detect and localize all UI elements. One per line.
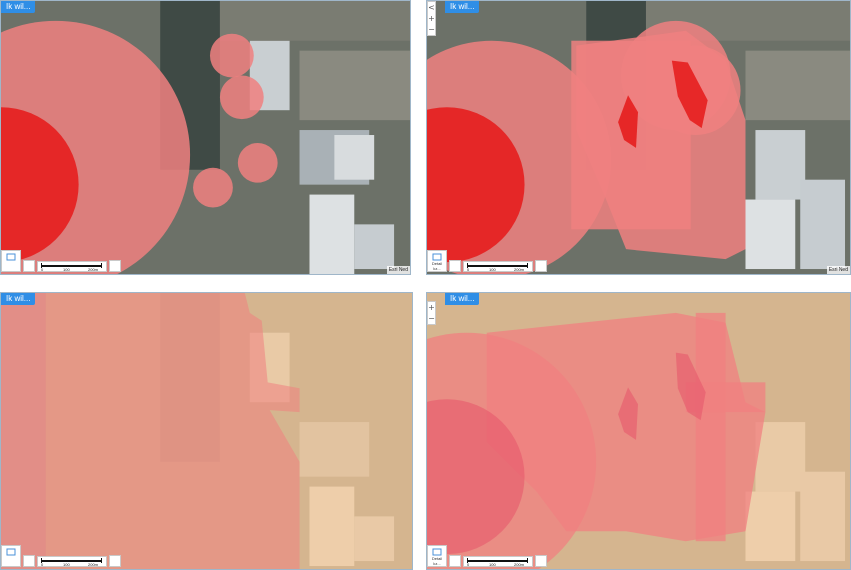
ik-wil-menu-button[interactable]: Ik wil...	[445, 293, 480, 305]
zoom-out-button[interactable]: −	[428, 313, 435, 324]
layers-icon[interactable]	[449, 260, 461, 272]
aerial-map[interactable]	[1, 293, 412, 569]
measure-icon[interactable]	[109, 555, 121, 567]
legend-button[interactable]: Detail kz...	[427, 545, 447, 567]
scale-bar: 0 100 200m	[463, 261, 533, 272]
zoom-in-button[interactable]: +	[428, 302, 435, 313]
legend-label: Detail kz...	[431, 556, 443, 566]
map-panel-bottom-left[interactable]: Ik wil... 0 100 200m	[0, 292, 413, 570]
legend-label: Detail kz...	[431, 261, 443, 271]
zoom-in-button[interactable]: +	[428, 13, 435, 24]
scale-label-0: 0	[41, 562, 44, 567]
scale-label-100: 100	[63, 562, 70, 567]
scale-bar: 0 100 200m	[37, 556, 107, 567]
scale-label-0: 0	[467, 267, 470, 272]
measure-icon[interactable]	[535, 555, 547, 567]
scale-bar: 0 100 200m	[463, 556, 533, 567]
layers-icon[interactable]	[23, 260, 35, 272]
legend-icon	[6, 548, 16, 556]
map-panel-top-left[interactable]: Ik wil... 0 100 200m Esri Ned	[0, 0, 411, 275]
risk-zone-high	[1, 293, 46, 569]
ik-wil-menu-button[interactable]: Ik wil...	[1, 293, 36, 305]
ik-wil-menu-button[interactable]: Ik wil...	[445, 1, 480, 13]
measure-icon[interactable]	[535, 260, 547, 272]
aerial-map[interactable]	[1, 1, 410, 274]
scale-label-200: 200m	[514, 562, 525, 567]
scale-label-0: 0	[41, 267, 44, 272]
scale-label-100: 100	[63, 267, 70, 272]
aerial-map[interactable]	[427, 1, 850, 274]
map-footer: 0 100 200m	[1, 250, 121, 272]
zoom-out-button[interactable]: −	[428, 24, 435, 35]
map-footer: Detail kz... 0 100 200m	[427, 545, 547, 567]
scale-label-100: 100	[489, 267, 496, 272]
zoom-controls: < + −	[427, 1, 436, 36]
measure-icon[interactable]	[109, 260, 121, 272]
scale-bar: 0 100 200m	[37, 261, 107, 272]
legend-button[interactable]	[1, 250, 21, 272]
map-panel-top-right[interactable]: Ik wil... < + − Detail kz... 0 100 200m …	[426, 0, 851, 275]
scale-label-0: 0	[467, 562, 470, 567]
scale-label-200: 200m	[88, 562, 99, 567]
legend-icon	[432, 253, 442, 261]
layers-icon[interactable]	[23, 555, 35, 567]
scale-label-100: 100	[489, 562, 496, 567]
legend-icon	[6, 253, 16, 261]
map-attribution: Esri Ned	[826, 266, 850, 274]
back-button[interactable]: <	[428, 2, 435, 13]
map-footer: 0 100 200m	[1, 545, 121, 567]
layers-icon[interactable]	[449, 555, 461, 567]
legend-button[interactable]: Detail kz...	[427, 250, 447, 272]
scale-label-200: 200m	[88, 267, 99, 272]
scale-label-200: 200m	[514, 267, 525, 272]
map-footer: Detail kz... 0 100 200m	[427, 250, 547, 272]
zoom-controls: + −	[427, 301, 436, 325]
legend-icon	[432, 548, 442, 556]
aerial-map[interactable]	[427, 293, 850, 569]
map-panel-bottom-right[interactable]: Ik wil... + − Detail kz... 0 100 200m	[426, 292, 851, 570]
ik-wil-menu-button[interactable]: Ik wil...	[1, 1, 36, 13]
legend-button[interactable]	[1, 545, 21, 567]
map-attribution: Esri Ned	[386, 266, 410, 274]
